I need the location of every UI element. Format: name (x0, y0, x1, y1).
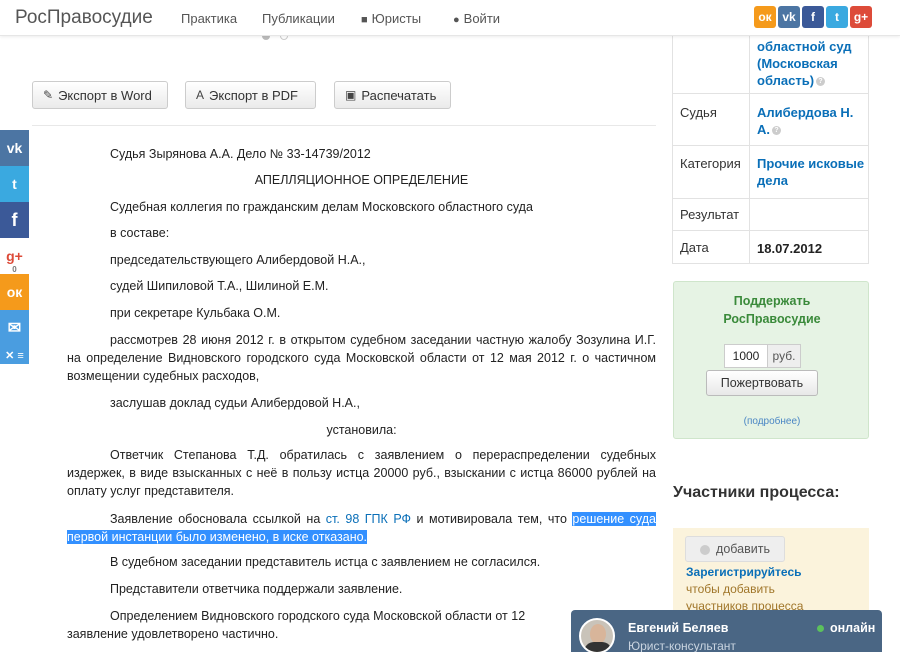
table-row: Результат (672, 199, 869, 231)
doc-paragraph: заявление удовлетворено частично. (67, 627, 279, 641)
doc-paragraph: при секретаре Кульбака О.М. (110, 306, 281, 320)
export-pdf-button[interactable]: A Экспорт в PDF (185, 81, 316, 109)
category-label: Категория (680, 156, 741, 171)
table-row: областной суд (Московская область)? (672, 36, 869, 94)
video-camera-icon: ■ (361, 14, 368, 26)
register-link[interactable]: Зарегистрируйтесь (686, 565, 802, 579)
judge-value[interactable]: Алибердова Н. А.? (757, 104, 865, 138)
doc-title: АПЕЛЛЯЦИОННОЕ ОПРЕДЕЛЕНИЕ (254, 173, 469, 187)
google-plus-icon[interactable]: g+ (850, 6, 872, 28)
avatar (579, 618, 615, 652)
donate-title: Поддержать РосПравосудие (723, 294, 821, 326)
chat-widget[interactable]: Евгений Беляев Юрист-консультант онлайн (571, 610, 882, 652)
consultant-role: Юрист-консультант (628, 639, 736, 652)
court-value-text: областной суд (Московская область) (757, 39, 852, 88)
table-row: Дата 18.07.2012 (672, 231, 869, 264)
register-note: Зарегистрируйтесь чтобы добавить участни… (686, 564, 803, 615)
export-word-label: Экспорт в Word (58, 87, 152, 103)
top-navbar: РосПравосудие Практика Публикации ■ Юрист… (0, 0, 900, 36)
share-collapse-icon[interactable]: ✕ ≡ (0, 346, 29, 364)
category-value[interactable]: Прочие исковые дела (757, 155, 865, 189)
doc-paragraph: Определением Видновского городского суда… (110, 609, 526, 623)
add-label: добавить (716, 542, 770, 556)
doc-paragraph: рассмотрев 28 июня 2012 г. в открытом су… (67, 333, 656, 383)
site-logo[interactable]: РосПравосудие (15, 7, 153, 29)
share-facebook-icon[interactable]: f (0, 202, 29, 238)
date-label: Дата (680, 240, 709, 255)
plus-icon (700, 544, 711, 555)
date-value: 18.07.2012 (757, 241, 823, 256)
nav-practice[interactable]: Практика (181, 11, 237, 26)
share-mail-icon[interactable]: ✉ (0, 310, 29, 346)
font-icon: A (196, 88, 205, 102)
result-label: Результат (680, 207, 740, 222)
online-dot-icon (817, 625, 824, 633)
judge-label: Судья (680, 105, 717, 120)
odnoklassniki-icon[interactable]: ок (754, 6, 776, 28)
nav-publications[interactable]: Публикации (262, 11, 335, 26)
law-article-link[interactable]: ст. 98 ГПК РФ (326, 512, 411, 526)
nav-lawyers[interactable]: ■ Юристы (361, 11, 421, 26)
share-twitter-icon[interactable]: t (0, 166, 29, 202)
selected-text: первой инстанции было изменено, в иске о… (67, 530, 368, 544)
doc-paragraph: председательствующего Алибердовой Н.А., (110, 253, 366, 267)
currency-label: руб. (767, 344, 801, 368)
register-text: чтобы добавить (686, 582, 775, 596)
donate-button[interactable]: Пожертвовать (706, 370, 818, 396)
doc-paragraph: Представители ответчика поддержали заявл… (110, 582, 403, 596)
doc-text: Заявление обосновала ссылкой на (110, 512, 326, 526)
doc-header: Судья Зырянова А.А. Дело № 33-14739/2012 (110, 147, 371, 161)
participants-heading: Участники процесса: (673, 484, 840, 501)
user-icon: ● (453, 14, 460, 26)
print-button[interactable]: ▣ Распечатать (334, 81, 451, 109)
doc-paragraph-with-link: Заявление обосновала ссылкой на ст. 98 Г… (67, 510, 656, 546)
add-participant-button[interactable]: добавить (685, 536, 785, 562)
doc-paragraph: В судебном заседании представитель истца… (110, 555, 541, 569)
export-pdf-label: Экспорт в PDF (209, 87, 298, 103)
selected-text: решение суда (572, 512, 656, 526)
vk-icon[interactable]: vk (778, 6, 800, 28)
online-status: онлайн (817, 621, 875, 635)
doc-subtitle: установила: (326, 423, 397, 437)
donate-amount-input[interactable]: 1000 (724, 344, 768, 368)
export-word-button[interactable]: ✎ Экспорт в Word (32, 81, 168, 109)
doc-text: и мотивировала тем, что (411, 512, 573, 526)
facebook-icon[interactable]: f (802, 6, 824, 28)
edit-icon: ✎ (43, 88, 54, 102)
doc-paragraph: в составе: (110, 226, 170, 240)
doc-paragraph: судей Шипиловой Т.А., Шилиной Е.М. (110, 279, 329, 293)
share-odnoklassniki-icon[interactable]: ок (0, 274, 29, 310)
table-row: Судья Алибердова Н. А.? (672, 94, 869, 146)
consultant-name: Евгений Беляев (628, 621, 729, 635)
info-icon[interactable]: ? (772, 126, 781, 136)
print-label: Распечатать (361, 87, 437, 103)
table-row: Категория Прочие исковые дела (672, 146, 869, 199)
doc-paragraph: Ответчик Степанова Т.Д. обратилась с зая… (67, 448, 656, 498)
share-google-plus-icon[interactable]: g+ 0 (0, 238, 29, 274)
share-sidebar: vk t f g+ 0 ок ✉ ✕ ≡ (0, 130, 29, 364)
nav-login[interactable]: ● Войти (453, 11, 500, 26)
doc-paragraph: заслушав доклад судьи Алибердовой Н.А., (110, 396, 360, 410)
donate-more-link[interactable]: (подробнее) (674, 416, 870, 427)
doc-paragraph: Судебная коллегия по гражданским делам М… (110, 200, 533, 214)
donate-box: Поддержать РосПравосудие 1000 руб. Пожер… (673, 281, 869, 439)
share-vk-icon[interactable]: vk (0, 130, 29, 166)
share-google-plus-count: 0 (0, 265, 29, 274)
nav-lawyers-label: Юристы (371, 11, 422, 26)
nav-login-label: Войти (463, 11, 501, 26)
twitter-icon[interactable]: t (826, 6, 848, 28)
printer-icon: ▣ (345, 88, 357, 102)
divider (32, 125, 656, 126)
info-icon[interactable]: ? (816, 77, 826, 87)
court-value[interactable]: областной суд (Московская область)? (757, 38, 865, 89)
online-status-label: онлайн (830, 621, 876, 635)
